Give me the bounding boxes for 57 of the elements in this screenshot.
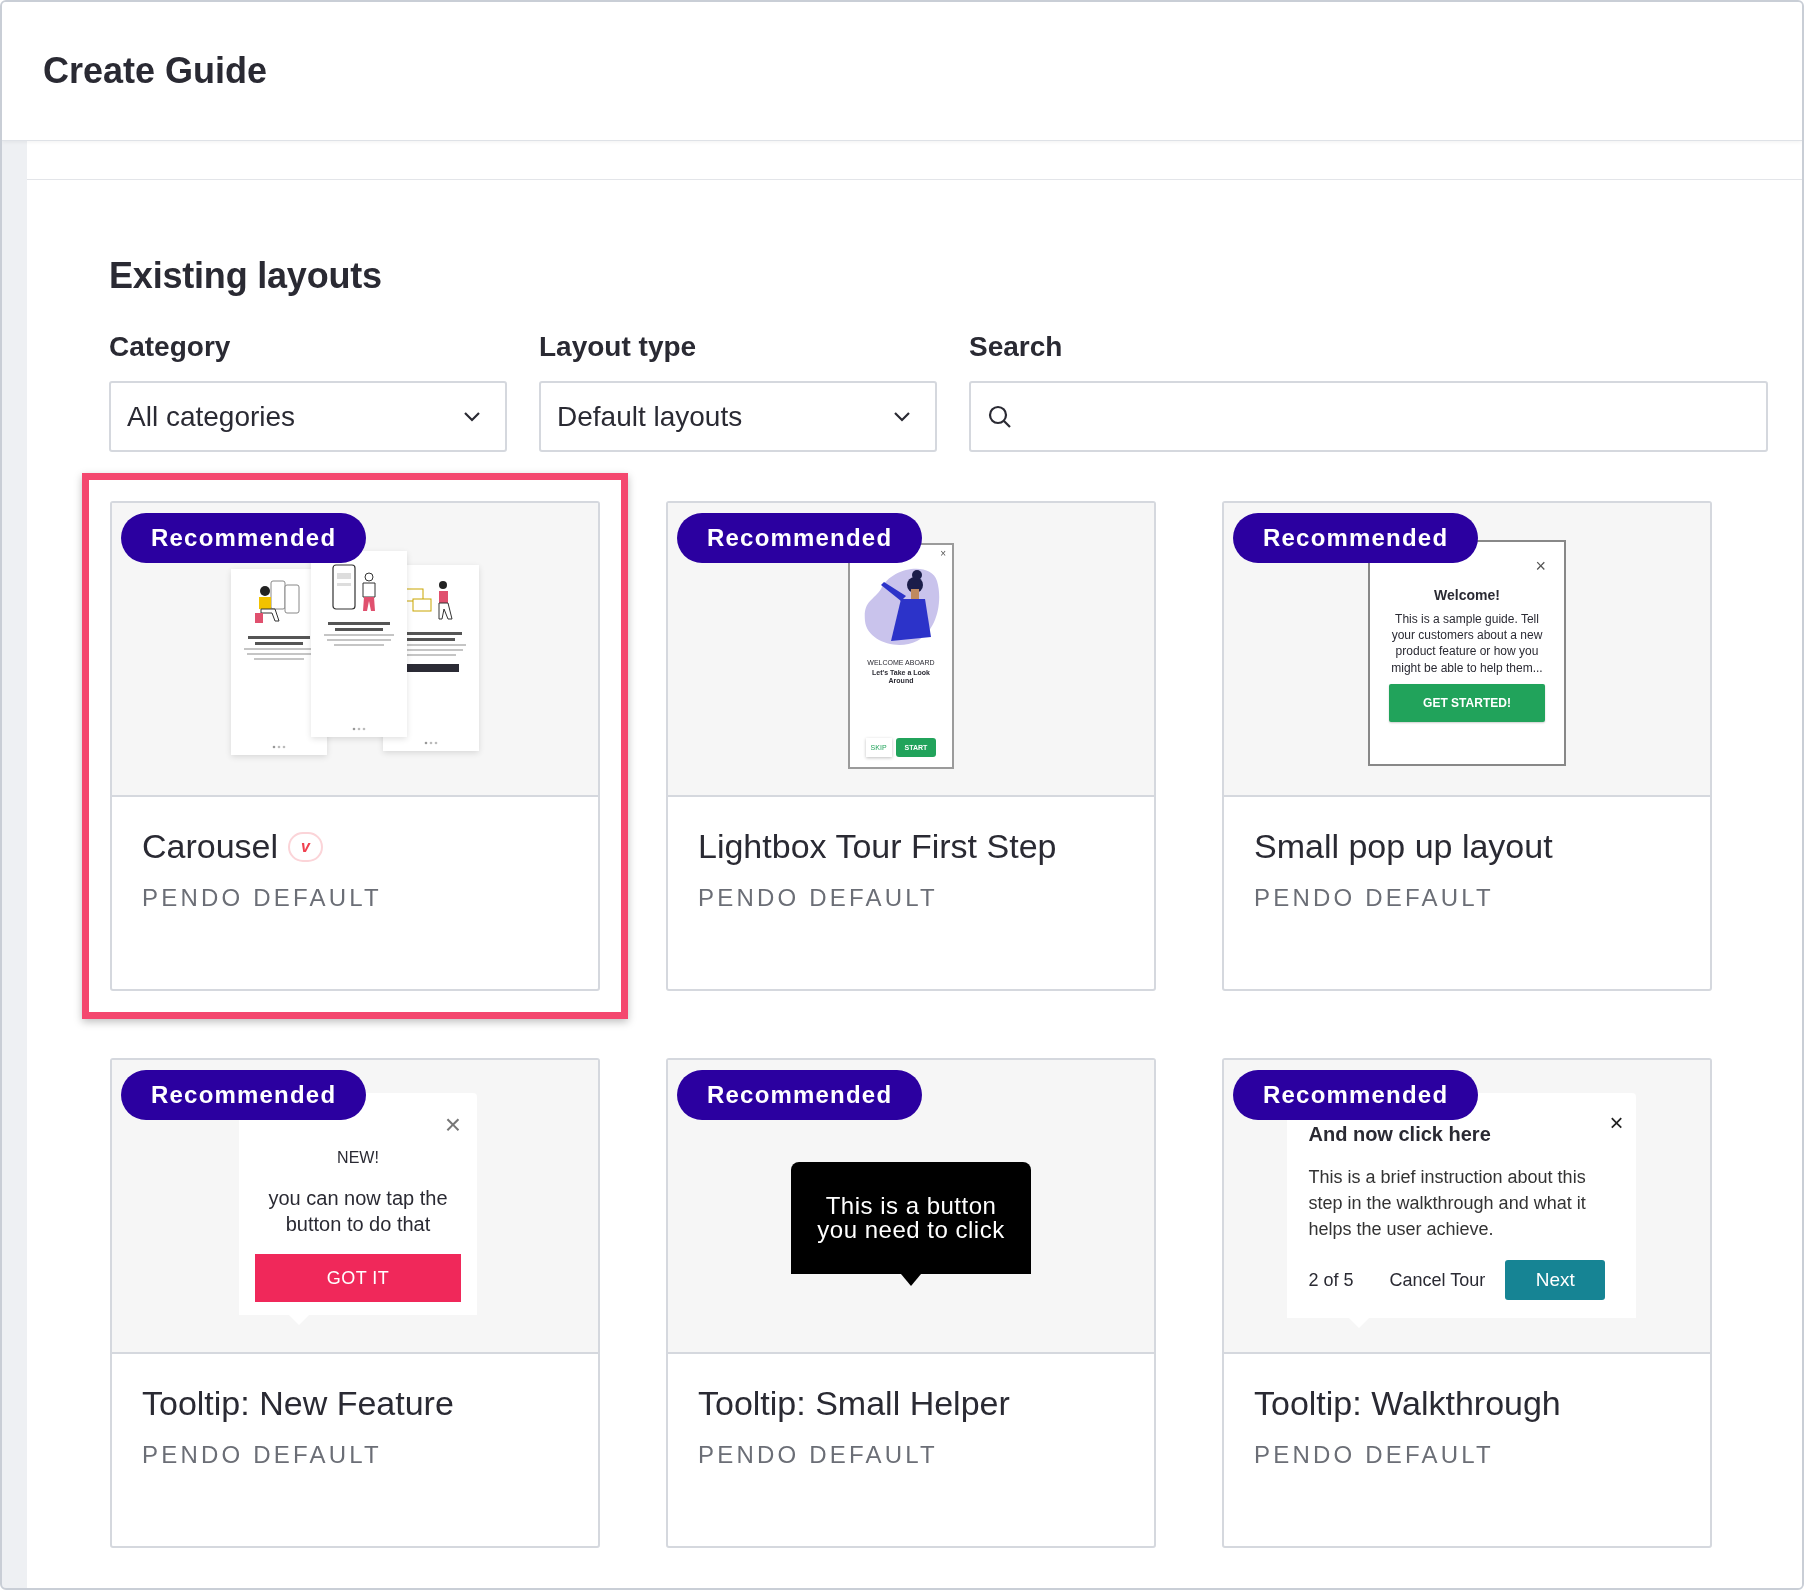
card-subtitle: PENDO DEFAULT: [698, 884, 939, 912]
pager-dots-icon: [352, 727, 366, 731]
step-counter: 2 of 5: [1308, 1269, 1354, 1291]
recommended-badge: Recommended: [677, 513, 923, 563]
card-title: Lightbox Tour First Step: [698, 827, 1057, 866]
field-label: Search: [969, 331, 1064, 363]
card-title: Tooltip: Small Helper: [698, 1384, 1010, 1423]
card-title: Tooltip: New Feature: [142, 1384, 454, 1423]
cancel-tour-link: Cancel Tour: [1389, 1269, 1486, 1291]
version-tag: v: [288, 831, 323, 862]
pager-dots-icon: [272, 745, 286, 749]
page-title: Create Guide: [43, 50, 268, 92]
recommended-badge: Recommended: [121, 513, 367, 563]
pager-dots-icon: [424, 741, 438, 745]
layout-card[interactable]: Recommended × And now click here This is a brief instruction about this step in the walkthrough and what it helps the user achieve. 2 of 5 Cancel Tour Next Tooltip: Walkthrough PENDO DEFAULT: [1222, 1058, 1712, 1548]
dropdown[interactable]: Default layouts: [539, 381, 937, 452]
close-icon: ×: [444, 1109, 461, 1141]
dropdown[interactable]: All categories: [109, 381, 507, 452]
search-field[interactable]: [969, 381, 1768, 452]
close-icon: ×: [940, 548, 946, 559]
text-lines-drawing: [324, 622, 394, 646]
tooltip-text: This is a brief instruction about this step in the walkthrough and what it helps the user achieve.: [1308, 1166, 1587, 1242]
card-title: Tooltip: Walkthrough: [1254, 1384, 1561, 1423]
close-icon: ×: [1535, 556, 1546, 577]
recommended-badge: Recommended: [121, 1070, 367, 1120]
tooltip-eyebrow: NEW!: [337, 1149, 379, 1167]
card-subtitle: PENDO DEFAULT: [1254, 1441, 1495, 1469]
recommended-badge: Recommended: [1233, 513, 1479, 563]
card-subtitle: PENDO DEFAULT: [1254, 884, 1495, 912]
text-lines-drawing: [244, 636, 314, 660]
search-icon: [987, 403, 1013, 430]
section-title: Existing layouts: [109, 255, 383, 297]
popup-text: This is a sample guide. Tell your customers about a new product feature or how you might be able to help them...: [1390, 611, 1544, 676]
field-label: Category: [109, 331, 232, 363]
card-subtitle: PENDO DEFAULT: [698, 1441, 939, 1469]
layout-card[interactable]: Recommended × Welcome! This is a sample guide. Tell your customers about a new product feature or how you might be able to help them... GET STARTED! Small pop up layout PENDO DEFAULT: [1222, 501, 1712, 991]
tooltip-heading: And now click here: [1308, 1123, 1492, 1146]
popup-heading: Welcome!: [1434, 587, 1500, 603]
chevron-down-icon: [463, 411, 481, 422]
recommended-badge: Recommended: [1233, 1070, 1479, 1120]
layout-card[interactable]: Recommended This is a button you need to click Tooltip: Small Helper PENDO DEFAULT: [666, 1058, 1156, 1548]
got-it-button: GOT IT: [255, 1254, 461, 1302]
card-subtitle: PENDO DEFAULT: [142, 884, 383, 912]
tooltip-text: This is a button you need to click: [816, 1194, 1006, 1242]
get-started-button: GET STARTED!: [1389, 683, 1545, 722]
card-title: Carousel: [142, 827, 279, 866]
layout-card[interactable]: Recommended Carousel v PENDO DEFAULT: [110, 501, 600, 991]
next-button: Next: [1505, 1260, 1606, 1301]
tooltip-pointer-icon: [901, 1274, 921, 1286]
card-title: Small pop up layout: [1254, 827, 1553, 866]
recommended-badge: Recommended: [677, 1070, 923, 1120]
tooltip-text: you can now tap the button to do that: [267, 1186, 449, 1237]
layout-card[interactable]: Recommended × NEW! you can now tap the button to do that GOT IT Tooltip: New Feature PENDO DEFAULT: [110, 1058, 600, 1548]
close-icon: ×: [1609, 1109, 1624, 1137]
card-subtitle: PENDO DEFAULT: [142, 1441, 383, 1469]
chevron-down-icon: [893, 411, 911, 422]
field-label: Layout type: [539, 331, 698, 363]
